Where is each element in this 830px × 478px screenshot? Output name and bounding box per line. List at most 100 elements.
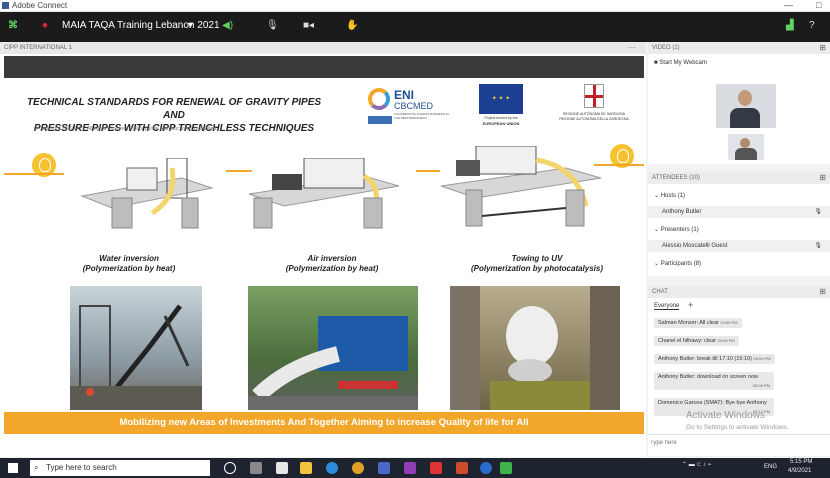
zoom-icon[interactable] <box>480 462 492 474</box>
start-webcam-label: Start My Webcam <box>659 60 707 66</box>
sardegna-logo: REGIONE AUTÒNOMA DE SARDIGNA REGIONE AUT… <box>554 84 634 128</box>
store-icon[interactable] <box>276 462 288 474</box>
air-inversion-photo <box>248 286 418 410</box>
window-title: Adobe Connect <box>12 1 68 10</box>
method-caption-uv: Towing to UV (Polymerization by photocat… <box>452 254 622 274</box>
teams-icon[interactable] <box>378 462 390 474</box>
minimize-button[interactable]: — <box>784 0 793 10</box>
adobe-connect-taskbar-icon[interactable] <box>500 462 512 474</box>
attendees-pod-title: ATTENDEES (10) <box>652 175 700 181</box>
sardegna-caption-2: REGIONE AUTONOMA DELLA SARDEGNA <box>559 117 629 121</box>
group-label: Participants (8) <box>660 261 702 267</box>
camera-icon[interactable]: ■◂ <box>303 20 314 31</box>
method-subtitle: (Polymerization by photocatalysis) <box>470 264 604 273</box>
onenote-icon[interactable] <box>404 462 416 474</box>
taskbar-date[interactable]: 4/9/2021 <box>788 468 811 474</box>
eu-logo: ✦ ✦ ✦ Project funded by the EUROPEAN UNI… <box>476 84 526 128</box>
group-label: Hosts (1) <box>660 193 686 199</box>
eni-cbcmed-logo: ENI CBCMED COOPERATING ACROSS BORDERS IN… <box>366 84 466 128</box>
method-caption-air: Air inversion (Polymerization by heat) <box>262 254 402 274</box>
file-explorer-icon[interactable] <box>300 462 312 474</box>
video-pod-header: VIDEO (2) ⊞ <box>648 42 830 54</box>
chat-message: Chanel el hilhawy: clear 04:59 PM <box>654 336 739 346</box>
window-title-bar: Adobe Connect — □ <box>0 0 830 12</box>
sardegna-crest-icon <box>584 84 604 108</box>
windows-start-icon[interactable] <box>8 463 18 473</box>
raise-hand-icon[interactable]: ✋ <box>346 20 358 31</box>
participants-group[interactable]: ⌄ Participants (8) <box>648 258 830 270</box>
chat-message-time: 05:05 PM <box>753 356 771 361</box>
video-pod-title: VIDEO (2) <box>652 45 680 51</box>
pod-options-icon[interactable]: ⊞ <box>819 172 826 184</box>
chat-message-text: Domenico Garcea (SMAT): Bye bye Anthony <box>658 400 767 406</box>
chat-message-text: Anthony Butler: download on screen now <box>658 374 758 380</box>
taskbar-time[interactable]: 5:15 PM <box>790 459 812 465</box>
chat-message-text: Salman Monzer: All clear <box>658 320 719 326</box>
powerpoint-icon[interactable] <box>456 462 468 474</box>
webcam-icon: ■ <box>654 60 658 66</box>
eu-caption-1: Project funded by the <box>484 116 518 120</box>
waves-icon <box>368 116 392 124</box>
method-caption-water: Water inversion (Polymerization by heat) <box>59 254 199 274</box>
microphone-icon[interactable]: 🎙 <box>266 20 279 31</box>
share-pod-title: CIPP INTERNATIONAL 1 <box>4 45 72 51</box>
eu-flag-icon: ✦ ✦ ✦ <box>479 84 523 114</box>
system-tray-icons[interactable]: ⌃ ▬ ⊂ ♪ ⌁ <box>682 461 711 468</box>
chevron-down-icon: ⌄ <box>654 227 661 233</box>
layouts-icon[interactable]: ⌘ <box>8 20 18 31</box>
task-view-icon[interactable] <box>250 462 262 474</box>
water-inversion-diagram <box>72 157 222 232</box>
chat-message-text: Anthony Butler: break till 17:10 (15:10) <box>658 356 752 362</box>
chevron-down-icon: ⌄ <box>654 193 661 199</box>
sardegna-caption-1: REGIONE AUTÒNOMA DE SARDIGNA <box>562 112 626 116</box>
microphone-icon: 🎙 <box>814 243 822 249</box>
chat-divider <box>648 434 830 435</box>
method-subtitle: (Polymerization by heat) <box>285 264 379 273</box>
webcam-video-tile <box>716 84 776 128</box>
chat-pod-header: CHAT ⊞ <box>648 286 830 298</box>
meeting-menu-chevron-icon[interactable]: ▾ <box>188 20 193 31</box>
slide-copyright: © Copyright 2019 IATT. All rights reserv… <box>34 126 218 132</box>
search-icon: ⌕ <box>34 463 39 472</box>
edge-icon[interactable] <box>326 462 338 474</box>
attendee-name: Anthony Butler <box>662 209 702 215</box>
chat-message-time: 05:05 PM <box>752 383 770 388</box>
method-title: Towing to UV <box>511 254 563 263</box>
speaker-icon[interactable]: ◀︎) <box>222 20 233 31</box>
meeting-toolbar: ⌘ ● MAIA TAQA Training Lebanon 2021 ▾ ◀︎… <box>0 12 830 42</box>
share-pod-menu-icon[interactable]: ··· <box>628 43 636 52</box>
add-chat-tab-button[interactable]: + <box>688 300 693 310</box>
pod-options-icon[interactable]: ⊞ <box>819 286 826 298</box>
start-webcam-button[interactable]: ■ Start My Webcam <box>654 60 707 66</box>
water-inversion-photo <box>70 286 202 410</box>
towing-uv-diagram <box>436 145 606 232</box>
windows-taskbar: ⌕ Type here to search ⌃ ▬ ⊂ ♪ ⌁ ENG 5:15… <box>0 458 830 478</box>
language-indicator[interactable]: ENG <box>764 464 777 470</box>
presenters-group[interactable]: ⌄ Presenters (1) <box>648 224 830 236</box>
air-inversion-diagram <box>244 157 404 232</box>
attendee-name: Alessio Moscatelli Guest <box>662 243 728 249</box>
group-label: Presenters (1) <box>660 227 699 233</box>
microphone-icon: 🎙 <box>814 209 822 215</box>
chat-input[interactable] <box>650 436 822 450</box>
eni-tagline: COOPERATING ACROSS BORDERS IN THE MEDITE… <box>394 112 449 120</box>
activate-windows-subtitle: Go to Settings to activate Windows. <box>686 424 789 431</box>
cortana-icon[interactable] <box>224 462 236 474</box>
attendee-row[interactable]: Alessio Moscatelli Guest 🎙 <box>648 240 830 252</box>
taskbar-search[interactable]: ⌕ Type here to search <box>30 460 210 476</box>
maximize-button[interactable]: □ <box>816 0 821 10</box>
attendee-row[interactable]: Anthony Butler 🎙 <box>648 206 830 218</box>
acrobat-icon[interactable] <box>430 462 442 474</box>
meeting-name[interactable]: MAIA TAQA Training Lebanon 2021 <box>62 20 220 31</box>
slide-title-line1: TECHNICAL STANDARDS FOR RENEWAL OF GRAVI… <box>26 97 322 121</box>
chat-message-time: 04:59 PM <box>720 320 738 325</box>
towing-uv-photo <box>450 286 620 410</box>
hosts-group[interactable]: ⌄ Hosts (1) <box>648 190 830 202</box>
chrome-icon[interactable] <box>352 462 364 474</box>
chat-message: Anthony Butler: download on screen now 0… <box>654 372 774 390</box>
pod-options-icon[interactable]: ⊞ <box>819 42 826 54</box>
help-icon[interactable]: ? <box>809 20 815 31</box>
chat-tab-everyone[interactable]: Everyone <box>654 303 680 310</box>
taskbar-search-placeholder: Type here to search <box>46 463 117 472</box>
presentation-slide: TECHNICAL STANDARDS FOR RENEWAL OF GRAVI… <box>4 78 644 456</box>
